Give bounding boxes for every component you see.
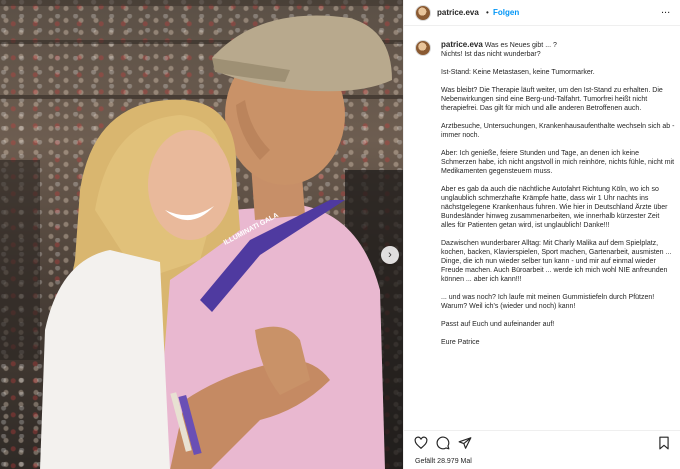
chevron-right-icon: › — [388, 248, 392, 261]
follow-button[interactable]: Folgen — [493, 8, 519, 17]
separator-dot: • — [486, 8, 489, 17]
caption-paragraph: ... und was noch? Ich laufe mit meinen G… — [441, 294, 655, 310]
share-icon[interactable] — [458, 436, 472, 450]
caption-paragraph: Was bleibt? Die Therapie läuft weiter, u… — [441, 87, 663, 112]
post-details-panel: patrice.eva • Folgen ... patrice.eva Was… — [403, 0, 680, 469]
caption-username[interactable]: patrice.eva — [441, 40, 483, 49]
caption-paragraph: Aber es gab da auch die nächtliche Autof… — [441, 186, 668, 229]
caption-paragraph: Eure Patrice — [441, 339, 480, 346]
comment-icon[interactable] — [436, 436, 450, 450]
action-bar: Gefällt 28.979 Mal — [404, 430, 680, 469]
caption-paragraph: Aber: Ich genieße, feiere Stunden und Ta… — [441, 150, 675, 175]
avatar[interactable] — [415, 5, 431, 21]
caption-paragraph: Dazwischen wunderbarer Alltag: Mit Charl… — [441, 240, 672, 283]
post-header: patrice.eva • Folgen ... — [404, 0, 680, 26]
more-options-icon[interactable]: ... — [661, 4, 670, 16]
caption-area: patrice.eva Was es Neues gibt ... ? Nich… — [404, 32, 680, 430]
bookmark-icon[interactable] — [657, 436, 671, 450]
next-photo-button[interactable]: › — [381, 246, 399, 264]
caption-avatar[interactable] — [415, 40, 431, 56]
likes-count[interactable]: Gefällt 28.979 Mal — [415, 458, 472, 465]
post-photo[interactable]: ILLUMINATI GALA › — [0, 0, 403, 469]
photo-scene: ILLUMINATI GALA — [0, 0, 403, 469]
caption-text: patrice.eva Was es Neues gibt ... ? Nich… — [441, 40, 675, 356]
heart-icon[interactable] — [414, 436, 428, 450]
caption-paragraph: Arztbesuche, Untersuchungen, Krankenhaus… — [441, 123, 675, 139]
caption-paragraph: Passt auf Euch und aufeinander auf! — [441, 321, 555, 328]
caption-paragraph: Ist-Stand: Keine Metastasen, keine Tumor… — [441, 69, 595, 76]
username-link[interactable]: patrice.eva — [437, 8, 479, 17]
